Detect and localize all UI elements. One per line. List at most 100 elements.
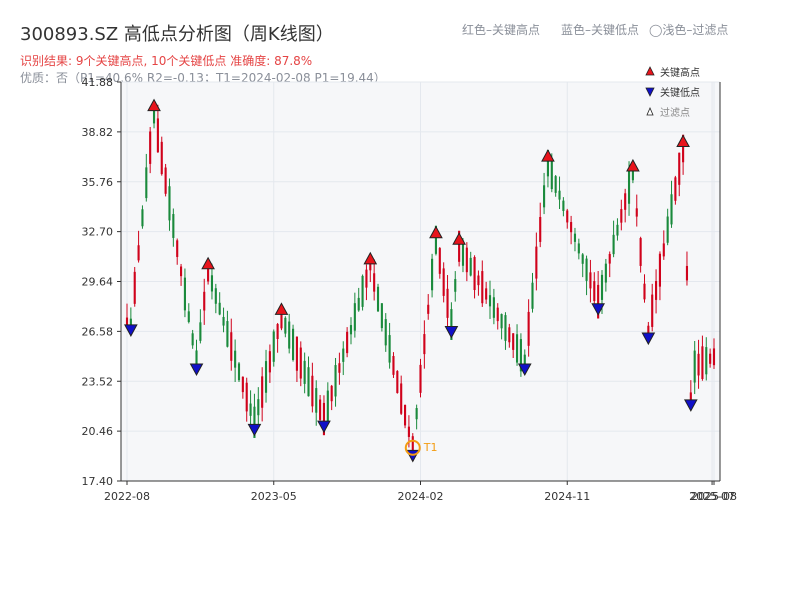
candle-body — [481, 271, 484, 304]
candle-body — [218, 302, 221, 315]
candle-body — [662, 243, 665, 257]
candle-body — [465, 247, 468, 273]
candle-body — [257, 399, 260, 416]
candle-body — [361, 275, 364, 307]
candle-body — [376, 286, 380, 312]
candle-body — [643, 283, 646, 300]
candle-body — [392, 356, 395, 375]
candle-body — [566, 210, 569, 223]
candle-body — [539, 216, 542, 242]
candle-body — [485, 288, 488, 300]
candle-body — [145, 167, 148, 199]
candle-body — [407, 426, 410, 437]
candle-body — [268, 351, 271, 373]
candle-body — [674, 177, 677, 201]
candle-body — [554, 176, 557, 193]
candle-body — [423, 334, 426, 355]
candle-body — [222, 316, 225, 326]
candle-body — [291, 328, 295, 360]
candle-body — [234, 350, 237, 368]
candle-body — [199, 322, 202, 341]
candle-body — [639, 238, 642, 266]
candle-body — [635, 208, 638, 217]
x-tick-label: 2024-02 — [398, 490, 444, 503]
candle-body — [608, 253, 611, 264]
candle-body — [492, 297, 495, 318]
candle-body — [149, 131, 152, 164]
candle-body — [183, 277, 186, 311]
candle-body — [589, 272, 592, 289]
candle-body — [295, 336, 298, 371]
candle-body — [712, 348, 716, 366]
candle-body — [693, 350, 696, 383]
legend-label: 关键低点 — [660, 86, 700, 99]
candle-body — [709, 353, 712, 364]
candle-body — [191, 333, 194, 346]
candle-body — [230, 332, 233, 361]
candle-body — [570, 222, 573, 233]
candle-body — [276, 324, 279, 340]
candle-body — [284, 317, 287, 334]
t1-label: T1 — [423, 441, 438, 454]
y-tick-label: 35.76 — [82, 176, 114, 189]
candle-body — [454, 279, 457, 292]
candle-body — [562, 200, 565, 211]
candle-body — [203, 291, 206, 311]
candle-body — [496, 307, 499, 322]
candle-body — [334, 365, 337, 397]
legend-label: 过滤点 — [660, 106, 690, 119]
candle-body — [141, 209, 144, 227]
candle-body — [442, 268, 445, 296]
candle-body — [593, 281, 596, 301]
candle-body — [241, 376, 244, 393]
candle-body — [342, 348, 345, 362]
candle-body — [172, 214, 175, 238]
candle-body — [577, 243, 580, 254]
candle-body — [307, 367, 310, 397]
candle-body — [346, 331, 349, 354]
candle-body — [427, 304, 430, 314]
y-tick-label: 20.46 — [82, 425, 114, 438]
candle-body — [133, 271, 136, 304]
candle-body — [365, 269, 368, 288]
candle-body — [431, 258, 434, 291]
candle-body — [624, 193, 627, 210]
candle-body — [168, 186, 171, 221]
candle-body — [237, 363, 241, 381]
candle-body — [620, 209, 623, 223]
candle-body — [415, 408, 418, 420]
y-tick-label: 32.70 — [82, 226, 114, 239]
candle-body — [315, 388, 318, 413]
candle-body — [210, 275, 214, 292]
candle-body — [400, 383, 403, 414]
candle-body — [261, 376, 264, 408]
candle-body — [319, 399, 322, 420]
candle-body — [311, 375, 314, 407]
candle-body — [581, 254, 584, 264]
candle-body — [380, 303, 383, 329]
x-tick-label: 2025-08 — [691, 490, 737, 503]
candle-body — [176, 240, 179, 257]
candle-body — [504, 315, 507, 341]
candle-body — [338, 363, 341, 373]
y-tick-label: 23.52 — [82, 375, 114, 388]
candle-body — [550, 158, 553, 190]
candle-body — [705, 347, 708, 375]
candle-body — [469, 257, 472, 276]
candle-body — [535, 246, 538, 279]
candle-body — [160, 141, 163, 175]
candle-body — [353, 303, 356, 331]
legend-label: 关键高点 — [660, 66, 700, 79]
candle-body — [403, 405, 407, 426]
candle-body — [627, 170, 631, 204]
x-tick-label: 2024-11 — [544, 490, 590, 503]
candle-body — [500, 314, 503, 329]
candle-body — [245, 382, 248, 412]
candle-body — [303, 360, 306, 384]
candlestick-chart: 17.40 20.46 23.52 26.58 29.64 32.70 35.76 38.82… — [82, 66, 737, 503]
candle-body — [326, 390, 329, 422]
candle-body — [156, 118, 159, 153]
x-tick-label: 2022-08 — [104, 490, 150, 503]
candle-body — [330, 385, 333, 402]
candle-body — [573, 233, 577, 242]
